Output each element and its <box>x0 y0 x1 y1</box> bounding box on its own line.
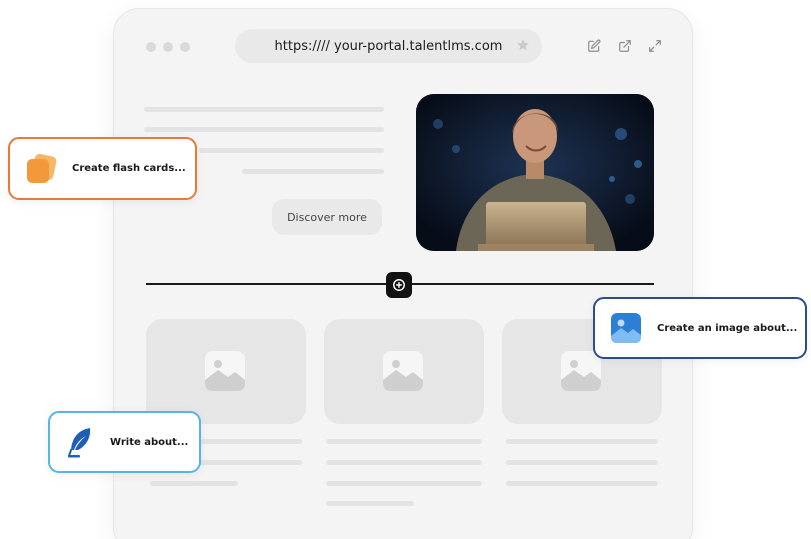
window-dot-minimize[interactable] <box>163 42 173 52</box>
text-skeleton-line <box>506 460 658 465</box>
text-skeleton-line <box>326 439 482 444</box>
text-skeleton-line <box>144 127 384 132</box>
external-link-icon[interactable] <box>618 39 632 53</box>
write-about-label: Write about... <box>110 436 189 448</box>
media-card[interactable] <box>146 319 306 424</box>
expand-icon[interactable] <box>648 39 662 53</box>
text-skeleton-line <box>326 481 482 486</box>
text-skeleton-line <box>506 481 658 486</box>
window-dot-maximize[interactable] <box>180 42 190 52</box>
write-about-chip[interactable]: Write about... <box>48 411 201 473</box>
text-skeleton-line <box>150 481 238 486</box>
hero-photo <box>416 94 654 251</box>
media-card[interactable] <box>324 319 484 424</box>
window-controls <box>146 42 190 52</box>
plus-circle-icon <box>393 279 405 291</box>
star-icon[interactable] <box>516 38 530 52</box>
url-text: https://// your-portal.talentlms.com <box>274 38 503 54</box>
feather-pen-icon <box>68 428 91 458</box>
address-bar[interactable]: https://// your-portal.talentlms.com <box>235 29 542 63</box>
discover-more-label: Discover more <box>287 210 367 224</box>
image-placeholder-icon <box>383 351 423 391</box>
image-placeholder-icon <box>561 351 601 391</box>
text-skeleton-line <box>199 148 384 153</box>
text-skeleton-line <box>144 107 384 112</box>
text-skeleton-line <box>326 501 414 506</box>
edit-icon[interactable] <box>587 39 601 53</box>
text-skeleton-line <box>326 460 482 465</box>
image-icon <box>611 313 641 343</box>
image-placeholder-icon <box>205 351 245 391</box>
discover-more-button[interactable]: Discover more <box>272 199 382 235</box>
create-flash-cards-label: Create flash cards... <box>72 163 186 174</box>
create-flash-cards-chip[interactable]: Create flash cards... <box>8 137 197 200</box>
add-block-button[interactable] <box>386 272 412 298</box>
window-dot-close[interactable] <box>146 42 156 52</box>
create-image-label: Create an image about... <box>657 322 798 334</box>
create-image-chip[interactable]: Create an image about... <box>593 297 807 359</box>
flash-cards-icon <box>27 153 57 183</box>
person-with-laptop-illustration <box>416 94 654 251</box>
text-skeleton-line <box>242 169 384 174</box>
text-skeleton-line <box>506 439 658 444</box>
